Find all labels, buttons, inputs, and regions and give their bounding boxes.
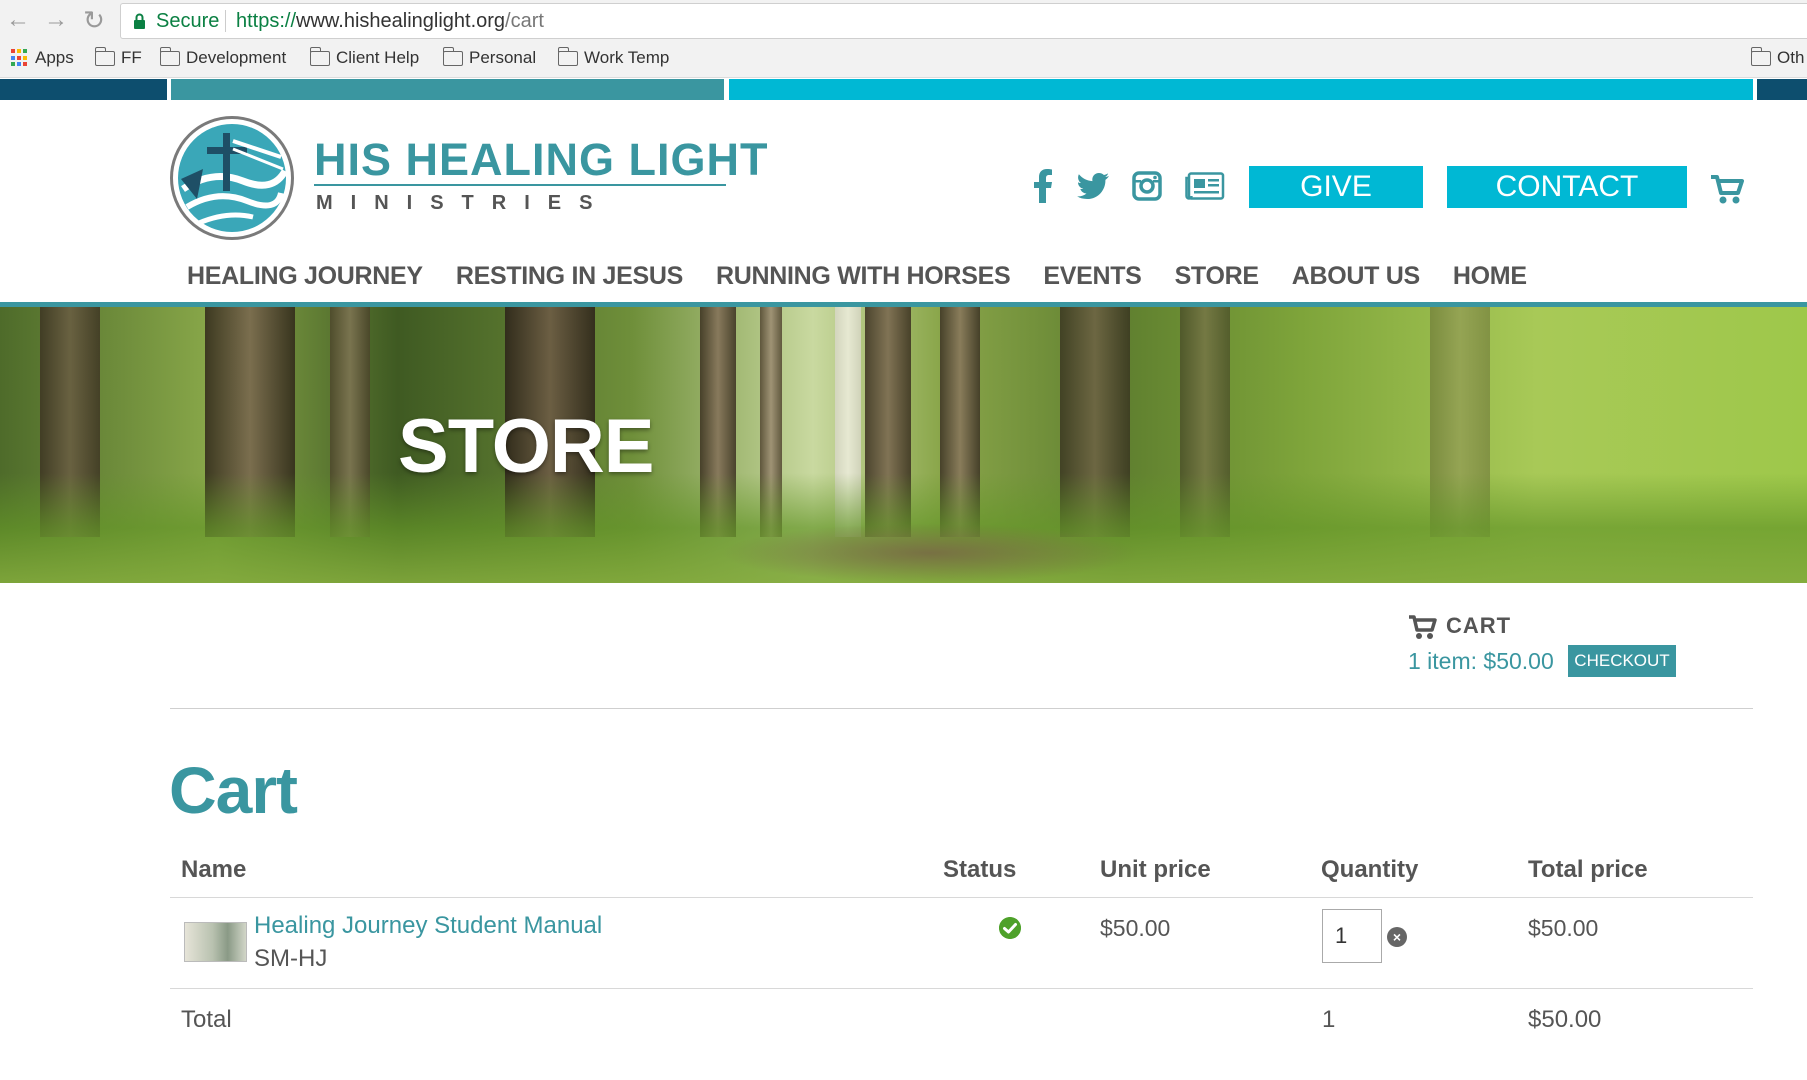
back-arrow-icon[interactable]: ← <box>4 6 32 34</box>
apps-grid-icon <box>11 49 29 67</box>
bookmark-label: Work Temp <box>584 48 670 67</box>
folder-icon <box>557 46 578 66</box>
folder-icon <box>1750 46 1771 66</box>
checkout-button[interactable]: CHECKOUT <box>1568 645 1676 677</box>
forest-path <box>720 523 1140 583</box>
bookmark-other[interactable]: Oth <box>1750 46 1805 68</box>
instagram-icon[interactable] <box>1130 166 1164 206</box>
bookmark-ff[interactable]: FF <box>94 46 142 68</box>
contact-button[interactable]: CONTACT <box>1447 166 1687 208</box>
brand-subtitle: MINISTRIES <box>316 192 611 214</box>
column-header-quantity: Quantity <box>1321 856 1419 883</box>
total-price-value: $50.00 <box>1528 915 1599 941</box>
url-path: /cart <box>505 10 544 32</box>
folder-icon <box>94 46 115 66</box>
url-scheme: https:// <box>236 10 297 32</box>
column-header-status: Status <box>943 856 1017 883</box>
browser-toolbar: ← → ↻ Secure https://www.hishealinglight… <box>0 0 1807 42</box>
brand-title[interactable]: HIS HEALING LIGHT <box>314 134 769 186</box>
nav-item-home[interactable]: HOME <box>1453 262 1527 298</box>
main-navigation: HEALING JOURNEY RESTING IN JESUS RUNNING… <box>187 262 1560 298</box>
header-stripe <box>729 79 1753 100</box>
give-button[interactable]: GIVE <box>1249 166 1423 208</box>
nav-item-about-us[interactable]: ABOUT US <box>1292 262 1420 298</box>
brand-underline <box>314 184 726 186</box>
bookmark-label: Client Help <box>336 48 420 67</box>
nav-item-store[interactable]: STORE <box>1175 262 1259 298</box>
bookmark-label: Oth <box>1777 48 1805 67</box>
column-header-unit-price: Unit price <box>1100 856 1211 883</box>
table-header-divider <box>170 897 1753 898</box>
total-quantity: 1 <box>1322 1006 1336 1033</box>
column-header-name: Name <box>181 856 247 883</box>
bookmark-personal[interactable]: Personal <box>442 46 537 68</box>
newsletter-icon[interactable] <box>1184 166 1226 206</box>
url-separator <box>225 10 226 32</box>
check-circle-icon <box>999 917 1021 939</box>
content-divider <box>170 708 1753 709</box>
folder-icon <box>442 46 463 66</box>
secure-label: Secure <box>156 10 220 32</box>
reload-icon[interactable]: ↻ <box>80 6 108 34</box>
url-text[interactable]: https://www.hishealinglight.org/cart <box>236 10 544 33</box>
bookmark-work-temp[interactable]: Work Temp <box>557 46 670 68</box>
logo-emblem[interactable] <box>170 116 294 240</box>
mini-cart-summary[interactable]: 1 item: $50.00 <box>1408 648 1554 675</box>
bookmark-client-help[interactable]: Client Help <box>309 46 420 68</box>
total-label: Total <box>181 1006 232 1033</box>
column-header-total-price: Total price <box>1528 856 1648 883</box>
nav-item-resting-in-jesus[interactable]: RESTING IN JESUS <box>456 262 684 298</box>
mini-cart-label: CART <box>1446 613 1512 638</box>
header-stripe <box>0 79 167 100</box>
hero-banner: STORE <box>0 307 1807 583</box>
quantity-input[interactable] <box>1322 909 1382 963</box>
logo-emblem-graphic <box>178 124 289 232</box>
bookmark-development[interactable]: Development <box>159 46 287 68</box>
product-sku: SM-HJ <box>254 945 328 972</box>
lock-icon <box>134 13 145 29</box>
url-host: www.hishealinglight.org <box>296 10 506 32</box>
product-thumbnail[interactable] <box>184 922 247 962</box>
bookmark-label: FF <box>121 48 142 67</box>
hero-title: STORE <box>398 404 654 489</box>
bookmark-apps[interactable]: Apps <box>11 48 74 68</box>
folder-icon <box>309 46 330 66</box>
address-bar[interactable]: Secure https://www.hishealinglight.org/c… <box>120 3 1807 39</box>
total-price: $50.00 <box>1528 1006 1602 1033</box>
mini-cart-icon <box>1409 615 1437 639</box>
header-stripe <box>1757 79 1807 100</box>
product-name-link[interactable]: Healing Journey Student Manual <box>254 912 602 940</box>
nav-item-running-with-horses[interactable]: RUNNING WITH HORSES <box>716 262 1011 298</box>
bookmarks-bar: Apps FF Development Client Help Personal… <box>0 42 1807 78</box>
bookmark-label: Personal <box>469 48 537 67</box>
nav-item-events[interactable]: EVENTS <box>1043 262 1142 298</box>
nav-item-healing-journey[interactable]: HEALING JOURNEY <box>187 262 423 298</box>
bookmark-label: Development <box>186 48 287 67</box>
forward-arrow-icon[interactable]: → <box>42 6 70 34</box>
bookmark-label: Apps <box>35 48 74 67</box>
remove-item-icon[interactable]: × <box>1387 927 1407 947</box>
header-stripe <box>171 79 724 100</box>
unit-price-value: $50.00 <box>1100 915 1171 941</box>
twitter-icon[interactable] <box>1076 166 1110 206</box>
table-row-divider <box>170 988 1753 989</box>
shopping-cart-icon[interactable] <box>1710 173 1744 205</box>
page-title: Cart <box>169 753 298 827</box>
folder-icon <box>159 46 180 66</box>
facebook-icon[interactable] <box>1030 166 1056 206</box>
